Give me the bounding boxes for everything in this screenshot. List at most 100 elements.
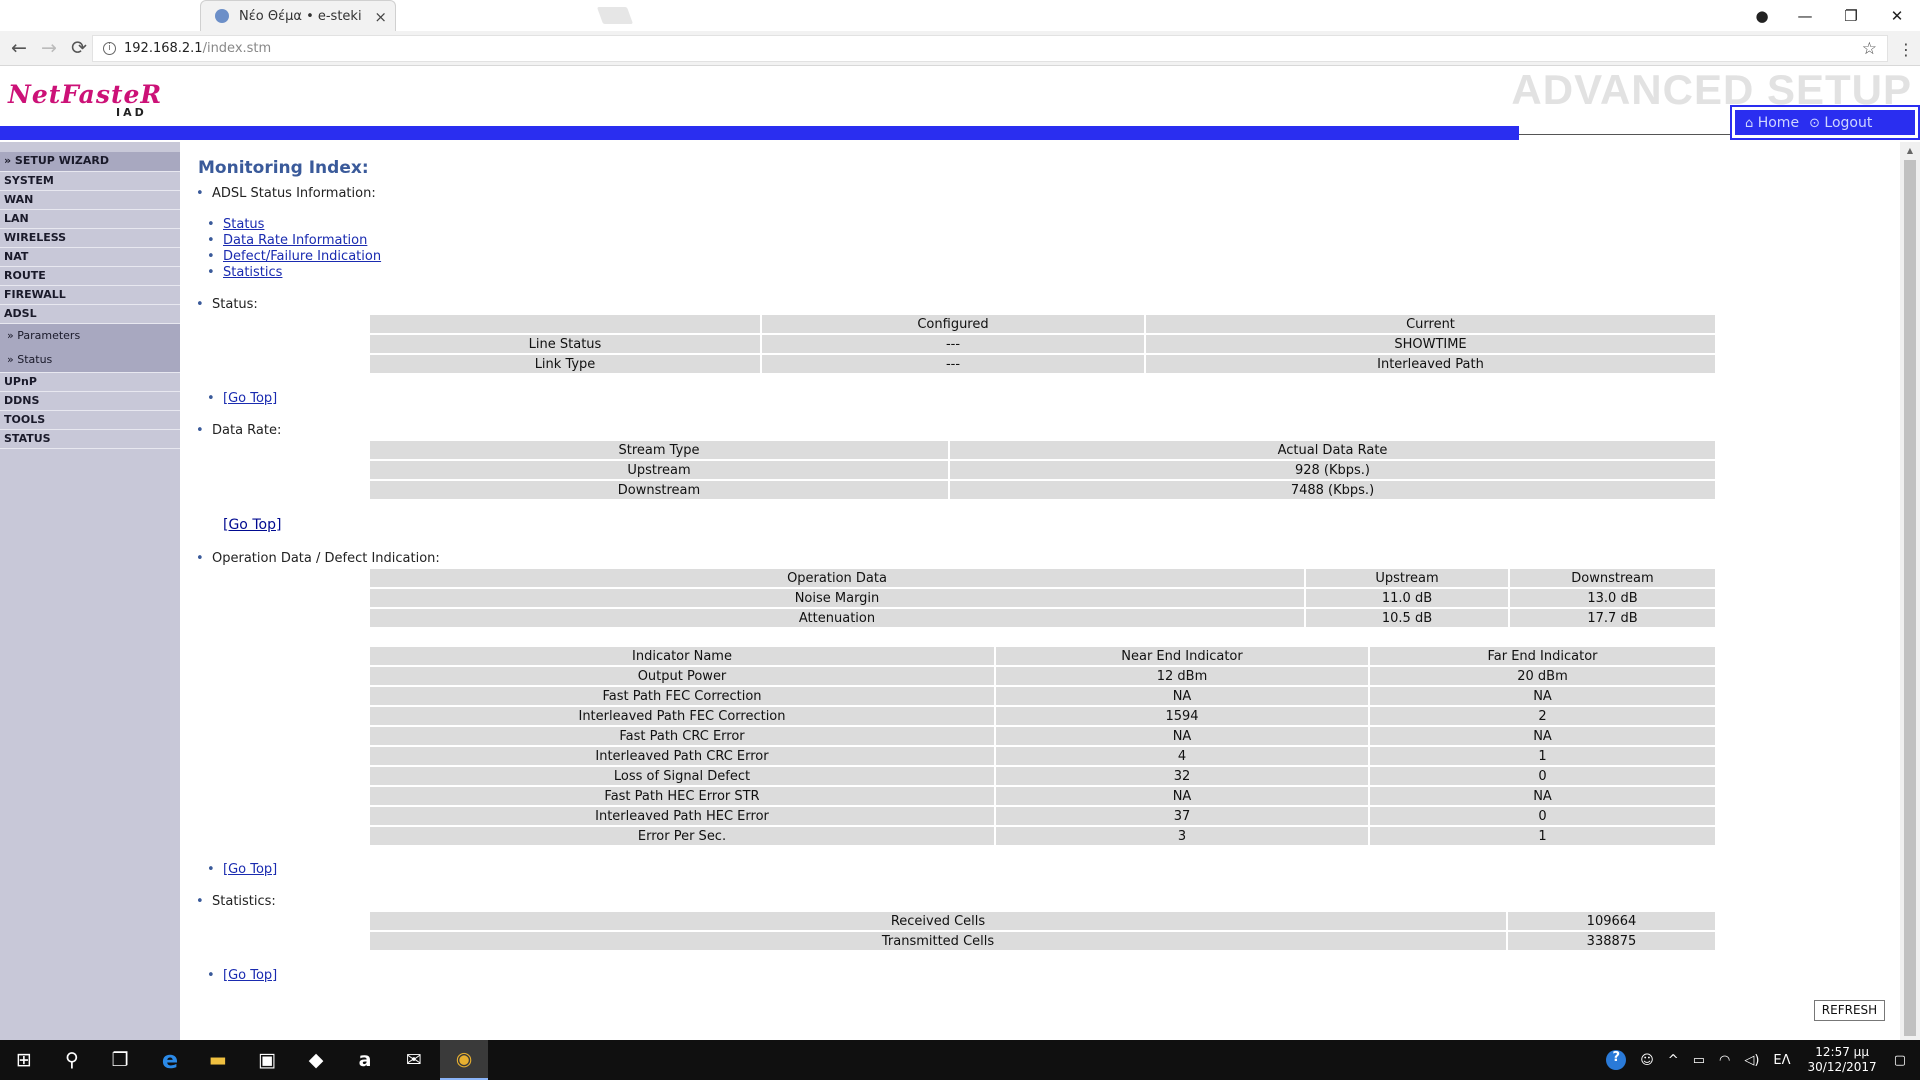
site-info-icon[interactable]: i	[103, 42, 116, 55]
table-cell: Fast Path HEC Error STR	[370, 787, 994, 805]
close-window-button[interactable]: ✕	[1874, 7, 1920, 25]
table-cell: Transmitted Cells	[370, 932, 1506, 950]
language-indicator[interactable]: EΛ	[1773, 1053, 1790, 1068]
store-icon[interactable]: ▣	[243, 1040, 291, 1080]
table-header: Upstream	[1306, 569, 1508, 587]
page-title: Monitoring Index:	[198, 158, 369, 178]
url-host: 192.168.2.1	[124, 41, 203, 56]
table-cell: Interleaved Path HEC Error	[370, 807, 994, 825]
sidebar-item-firewall[interactable]: FIREWALL	[0, 286, 180, 305]
dropbox-icon[interactable]: ◆	[292, 1040, 340, 1080]
table-header: Configured	[762, 315, 1144, 333]
statistics-table: Received Cells 109664 Transmitted Cells …	[368, 910, 1717, 952]
windows-taskbar: ⊞ ⚲ ❐ e ▬ ▣ ◆ a ✉ ◉ ? ☺ ^ ▭ ◠ ◁) EΛ 12:5…	[0, 1040, 1920, 1080]
help-icon[interactable]: ?	[1606, 1050, 1627, 1070]
scroll-up-icon[interactable]: ▲	[1900, 146, 1920, 155]
people-icon[interactable]: ☺	[1640, 1053, 1654, 1068]
table-row: Loss of Signal Defect 32 0	[370, 767, 1715, 785]
table-header: Stream Type	[370, 441, 948, 459]
scrollbar-thumb[interactable]	[1904, 160, 1916, 1036]
link-defect-failure[interactable]: Defect/Failure Indication	[207, 249, 381, 264]
address-bar-row: ← → ⟳ i 192.168.2.1 /index.stm ☆	[0, 31, 1920, 66]
operation-heading: Operation Data / Defect Indication:	[196, 551, 440, 566]
main-content: Monitoring Index: ADSL Status Informatio…	[180, 142, 1900, 1040]
reload-button[interactable]: ⟳	[64, 37, 94, 59]
link-statistics[interactable]: Statistics	[207, 265, 283, 280]
table-header: Indicator Name	[370, 647, 994, 665]
wifi-icon[interactable]: ◠	[1719, 1053, 1730, 1068]
sidebar-item-wan[interactable]: WAN	[0, 191, 180, 210]
logout-link[interactable]: ⊙ Logout	[1809, 115, 1872, 131]
table-cell: NA	[996, 727, 1368, 745]
mail-icon[interactable]: ✉	[390, 1040, 438, 1080]
table-row: Interleaved Path FEC Correction 1594 2	[370, 707, 1715, 725]
clock[interactable]: 12:57 μμ 30/12/2017	[1808, 1045, 1877, 1075]
tab-close-icon[interactable]: ×	[374, 8, 387, 26]
table-cell: 32	[996, 767, 1368, 785]
minimize-button[interactable]: —	[1782, 7, 1828, 25]
sidebar-item-ddns[interactable]: DDNS	[0, 392, 180, 411]
back-button[interactable]: ←	[4, 37, 34, 59]
go-top-link[interactable]: [Go Top]	[207, 968, 277, 983]
battery-icon[interactable]: ▭	[1693, 1053, 1705, 1068]
sidebar-item-tools[interactable]: TOOLS	[0, 411, 180, 430]
status-table: Configured Current Line Status --- SHOWT…	[368, 313, 1717, 375]
table-row: Output Power 12 dBm 20 dBm	[370, 667, 1715, 685]
adsl-submenu: » Parameters » Status	[0, 324, 180, 373]
link-status[interactable]: Status	[207, 217, 265, 232]
table-cell: 10.5 dB	[1306, 609, 1508, 627]
table-cell: Received Cells	[370, 912, 1506, 930]
bookmark-star-icon[interactable]: ☆	[1862, 39, 1877, 59]
sidebar-subitem-parameters[interactable]: » Parameters	[0, 324, 180, 348]
sidebar-item-status[interactable]: STATUS	[0, 430, 180, 449]
account-icon[interactable]: ●	[1742, 7, 1782, 25]
home-link[interactable]: ⌂ Home	[1745, 115, 1799, 131]
chrome-icon[interactable]: ◉	[440, 1040, 488, 1080]
sidebar-item-wireless[interactable]: WIRELESS	[0, 229, 180, 248]
go-top-link[interactable]: [Go Top]	[207, 391, 277, 406]
table-cell: Downstream	[370, 481, 948, 499]
file-explorer-icon[interactable]: ▬	[194, 1040, 242, 1080]
browser-tab[interactable]: Νέο Θέμα • e-steki ×	[200, 0, 396, 31]
link-data-rate[interactable]: Data Rate Information	[207, 233, 367, 248]
chevron-up-icon[interactable]: ^	[1668, 1053, 1679, 1068]
table-row: Fast Path CRC Error NA NA	[370, 727, 1715, 745]
table-cell: Attenuation	[370, 609, 1304, 627]
browser-menu-icon[interactable]: ⋮	[1896, 40, 1916, 59]
refresh-button[interactable]: REFRESH	[1814, 1000, 1885, 1021]
table-row: Interleaved Path CRC Error 4 1	[370, 747, 1715, 765]
sidebar-item-route[interactable]: ROUTE	[0, 267, 180, 286]
sidebar-item-system[interactable]: SYSTEM	[0, 172, 180, 191]
table-cell: ---	[762, 335, 1144, 353]
table-row: Error Per Sec. 3 1	[370, 827, 1715, 845]
task-view-icon[interactable]: ❐	[96, 1040, 144, 1080]
new-tab-button[interactable]	[596, 7, 634, 24]
table-cell: ---	[762, 355, 1144, 373]
go-top-link[interactable]: [Go Top]	[207, 862, 277, 877]
table-cell: Error Per Sec.	[370, 827, 994, 845]
search-icon[interactable]: ⚲	[48, 1040, 96, 1080]
table-header: Operation Data	[370, 569, 1304, 587]
table-cell: Output Power	[370, 667, 994, 685]
sidebar-item-setup-wizard[interactable]: » SETUP WIZARD	[0, 152, 180, 172]
table-header: Downstream	[1510, 569, 1715, 587]
edge-icon[interactable]: e	[146, 1040, 194, 1080]
volume-icon[interactable]: ◁)	[1744, 1053, 1759, 1068]
sidebar-subitem-status[interactable]: » Status	[0, 348, 180, 372]
url-input[interactable]: i 192.168.2.1 /index.stm ☆	[92, 35, 1888, 62]
restore-button[interactable]: ❐	[1828, 7, 1874, 25]
go-top-link[interactable]: [Go Top]	[223, 517, 281, 533]
sidebar-item-upnp[interactable]: UPnP	[0, 373, 180, 392]
table-cell: 0	[1370, 807, 1715, 825]
table-row: Noise Margin 11.0 dB 13.0 dB	[370, 589, 1715, 607]
notifications-icon[interactable]: ▢	[1894, 1053, 1906, 1068]
amazon-icon[interactable]: a	[341, 1040, 389, 1080]
table-header: Current	[1146, 315, 1715, 333]
table-cell: Interleaved Path	[1146, 355, 1715, 373]
sidebar-item-adsl[interactable]: ADSL	[0, 305, 180, 324]
forward-button[interactable]: →	[34, 37, 64, 59]
sidebar-item-lan[interactable]: LAN	[0, 210, 180, 229]
start-icon[interactable]: ⊞	[0, 1040, 48, 1080]
vertical-scrollbar[interactable]: ▲	[1900, 142, 1920, 1040]
sidebar-item-nat[interactable]: NAT	[0, 248, 180, 267]
